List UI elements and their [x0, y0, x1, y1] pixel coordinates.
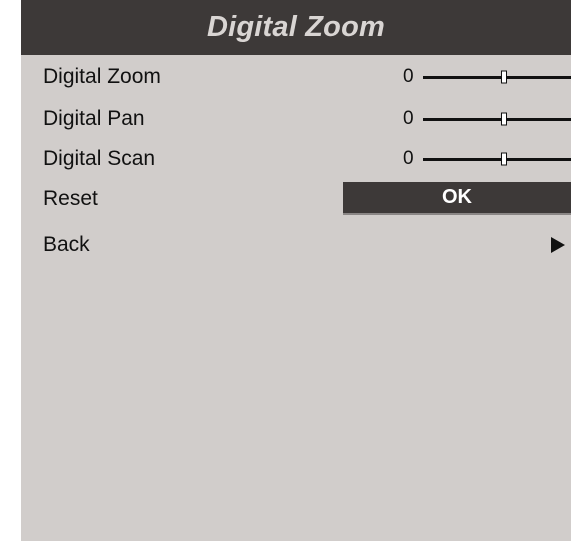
digital-zoom-slider-thumb[interactable]	[501, 70, 508, 84]
digital-zoom-label: Digital Zoom	[43, 65, 161, 88]
digital-scan-label: Digital Scan	[43, 147, 156, 170]
digital-scan-value: 0	[403, 148, 414, 169]
back-label: Back	[43, 233, 90, 256]
digital-pan-value: 0	[403, 108, 414, 129]
digital-pan-slider-track[interactable]	[423, 118, 571, 121]
digital-scan-slider-track[interactable]	[423, 158, 571, 161]
title-bar: Digital Zoom	[21, 0, 571, 55]
digital-zoom-slider-track[interactable]	[423, 76, 571, 79]
menu-row-reset[interactable]: Reset OK	[21, 177, 571, 221]
menu-row-digital-pan[interactable]: Digital Pan 0	[21, 97, 571, 141]
ok-button[interactable]: OK	[343, 182, 571, 215]
menu-row-digital-zoom[interactable]: Digital Zoom 0	[21, 55, 571, 99]
reset-label: Reset	[43, 187, 98, 210]
arrow-right-icon[interactable]	[551, 237, 565, 253]
digital-pan-label: Digital Pan	[43, 107, 145, 130]
menu-title: Digital Zoom	[206, 11, 385, 43]
digital-pan-slider-thumb[interactable]	[501, 112, 508, 126]
digital-scan-slider-thumb[interactable]	[501, 152, 508, 166]
osd-menu-panel: Digital Zoom Digital Zoom 0 Digital Pan …	[21, 0, 571, 541]
menu-row-back[interactable]: Back	[21, 223, 571, 267]
menu-row-digital-scan[interactable]: Digital Scan 0	[21, 137, 571, 181]
digital-zoom-value: 0	[403, 66, 414, 87]
